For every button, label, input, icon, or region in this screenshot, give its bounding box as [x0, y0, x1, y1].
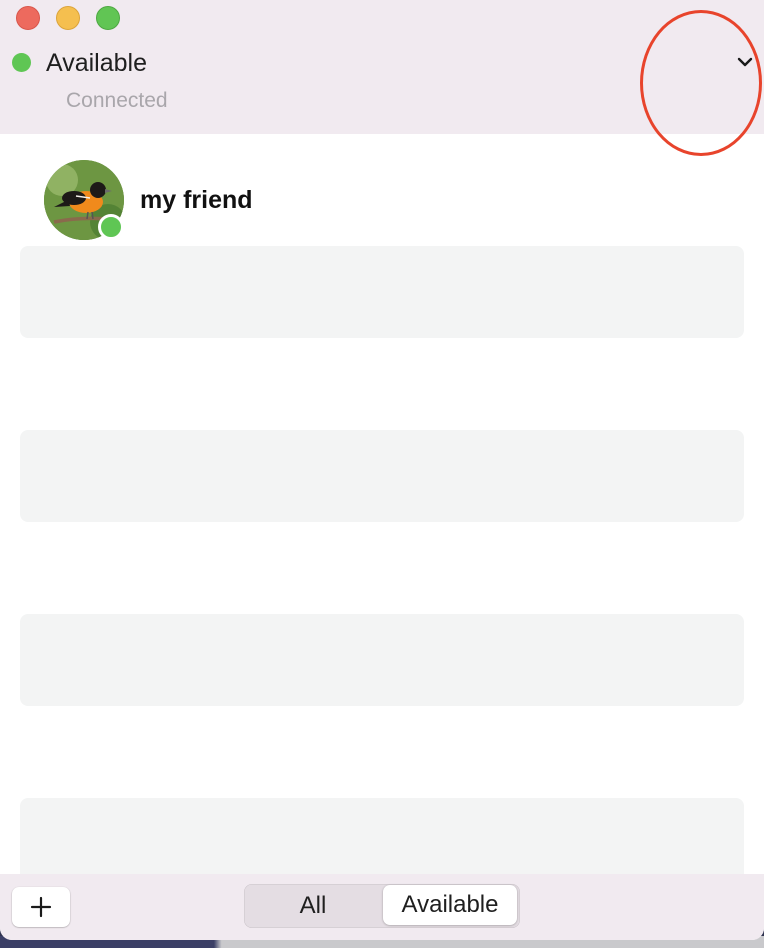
add-contact-button[interactable]: [12, 887, 70, 927]
presence-online-dot: [98, 214, 124, 240]
bottom-toolbar: All Available: [0, 874, 764, 940]
annotation-highlight-circle: [640, 10, 762, 156]
loading-placeholder-row: [20, 430, 744, 522]
zoom-window-button[interactable]: [96, 6, 120, 30]
contact-name[interactable]: my friend: [140, 184, 253, 216]
plus-icon: [30, 896, 52, 918]
filter-available-tab[interactable]: Available: [383, 885, 517, 925]
contacts-window: Available Connected my friend All Availa…: [0, 0, 764, 940]
filter-segmented-control: All Available: [244, 884, 520, 928]
loading-placeholder-row: [20, 246, 744, 338]
minimize-window-button[interactable]: [56, 6, 80, 30]
status-indicator-dot: [12, 53, 31, 72]
status-label[interactable]: Available: [46, 47, 147, 79]
filter-all-tab[interactable]: All: [244, 884, 382, 928]
loading-placeholder-row: [20, 614, 744, 706]
connection-status: Connected: [66, 89, 168, 112]
close-window-button[interactable]: [16, 6, 40, 30]
